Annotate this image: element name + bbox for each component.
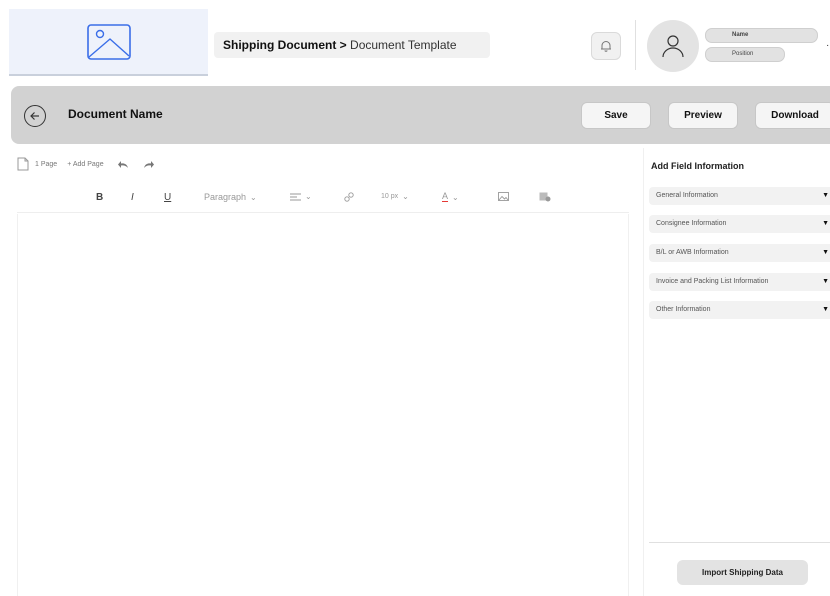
import-shipping-data-button[interactable]: Import Shipping Data	[677, 560, 808, 585]
avatar[interactable]	[647, 20, 699, 72]
document-name[interactable]: Document Name	[68, 107, 163, 121]
field-section-invoice-packing[interactable]: Invoice and Packing List Information ▼	[649, 273, 830, 291]
field-section-other[interactable]: Other Information ▼	[649, 301, 830, 319]
logo-area[interactable]	[9, 9, 208, 76]
back-button[interactable]	[24, 105, 46, 127]
align-select[interactable]: ⌄	[290, 192, 312, 201]
caret-down-icon: ▼	[822, 220, 829, 227]
field-section-label: Invoice and Packing List Information	[656, 278, 769, 285]
redo-icon[interactable]	[143, 160, 154, 169]
image-placeholder-icon	[86, 23, 131, 60]
format-toolbar: B I U Paragraph ⌄ ⌄ 10 px ⌄ A ⌄	[17, 184, 629, 213]
field-section-label: General Information	[656, 192, 718, 199]
preview-button[interactable]: Preview	[668, 102, 738, 129]
paragraph-style-select[interactable]: Paragraph ⌄	[204, 192, 257, 202]
breadcrumb-separator: >	[339, 38, 347, 52]
caret-down-icon: ▼	[822, 278, 829, 285]
field-section-general[interactable]: General Information ▼	[649, 187, 830, 205]
field-section-label: B/L or AWB Information	[656, 249, 729, 256]
chevron-down-icon: ⌄	[250, 192, 257, 202]
caret-down-icon: ▼	[822, 192, 829, 199]
save-button[interactable]: Save	[581, 102, 651, 129]
add-page-button[interactable]: + Add Page	[67, 161, 103, 168]
field-section-label: Other Information	[656, 306, 711, 313]
breadcrumb-section[interactable]: Shipping Document	[223, 38, 336, 52]
field-section-consignee[interactable]: Consignee Information ▼	[649, 215, 830, 233]
user-icon	[662, 35, 684, 58]
text-color-icon: A	[442, 191, 449, 202]
bell-icon	[601, 41, 611, 52]
chevron-down-icon: ⌄	[452, 192, 459, 202]
document-template-page: Shipping Document > Document Template Na…	[0, 0, 830, 596]
notification-button[interactable]	[591, 32, 621, 60]
document-toolbar: Document Name Save Preview Download	[11, 86, 830, 144]
breadcrumb: Shipping Document > Document Template	[214, 32, 490, 58]
download-button[interactable]: Download	[755, 102, 830, 129]
menu-dot-icon[interactable]: ·	[826, 40, 829, 51]
font-size-select[interactable]: 10 px ⌄	[381, 192, 409, 201]
field-information-panel: Add Field Information General Informatio…	[643, 148, 830, 596]
field-section-bl-awb[interactable]: B/L or AWB Information ▼	[649, 244, 830, 262]
link-button[interactable]	[344, 192, 354, 202]
page-controls: 1 Page + Add Page	[17, 155, 154, 173]
link-icon	[344, 192, 354, 202]
page-icon	[17, 157, 29, 171]
insert-image-button[interactable]	[498, 192, 509, 201]
image-icon	[498, 192, 509, 201]
chevron-down-icon: ⌄	[402, 192, 409, 201]
undo-icon[interactable]	[117, 160, 129, 169]
table-icon	[539, 192, 551, 202]
insert-table-button[interactable]	[539, 192, 551, 202]
chevron-down-icon: ⌄	[305, 192, 312, 201]
page-count: 1 Page	[35, 160, 58, 168]
user-position: Position	[705, 47, 785, 62]
arrow-left-icon	[30, 112, 39, 120]
document-editor-canvas[interactable]	[17, 214, 629, 596]
user-name: Name	[705, 28, 818, 43]
panel-divider	[649, 542, 830, 543]
panel-title: Add Field Information	[651, 161, 744, 171]
italic-button[interactable]: I	[131, 192, 134, 203]
header-divider	[635, 20, 636, 70]
font-size-value: 10 px	[381, 193, 399, 200]
underline-button[interactable]: U	[164, 192, 171, 203]
align-left-icon	[290, 193, 301, 200]
bold-button[interactable]: B	[96, 192, 103, 203]
caret-down-icon: ▼	[822, 249, 829, 256]
text-color-select[interactable]: A ⌄	[442, 192, 459, 202]
field-section-label: Consignee Information	[656, 220, 727, 227]
breadcrumb-current: Document Template	[350, 38, 457, 52]
caret-down-icon: ▼	[822, 306, 829, 313]
paragraph-style-value: Paragraph	[204, 192, 247, 202]
top-header: Shipping Document > Document Template Na…	[0, 0, 830, 80]
